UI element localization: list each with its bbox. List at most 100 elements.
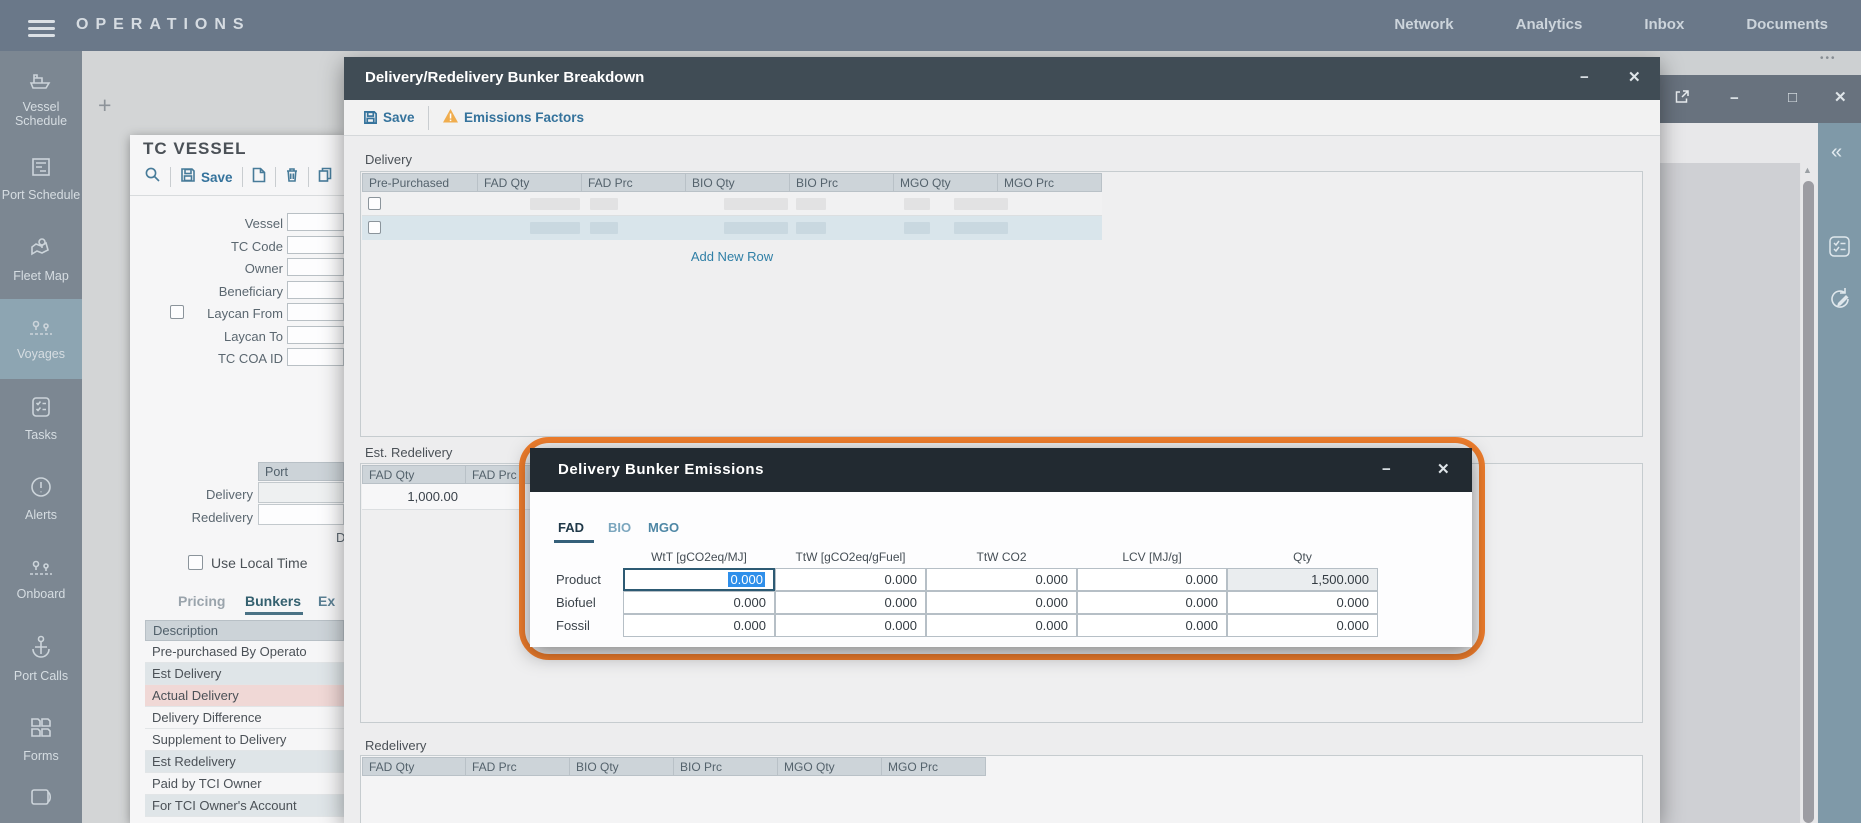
laycan-to-input[interactable] bbox=[287, 326, 344, 344]
sidebar-item-port-calls[interactable]: Port Calls bbox=[0, 619, 82, 699]
sidebar-item-alerts[interactable]: Alerts bbox=[0, 459, 82, 539]
minimize-icon[interactable]: − bbox=[1382, 462, 1391, 477]
tc-save-button[interactable]: Save bbox=[201, 170, 233, 185]
sidebar-item-tasks[interactable]: Tasks bbox=[0, 379, 82, 459]
column-header[interactable]: MGO Qty bbox=[894, 173, 998, 192]
table-row[interactable]: Pre-purchased By Operato bbox=[145, 641, 344, 663]
table-row[interactable]: Paid by TCI Owner bbox=[145, 773, 344, 795]
est-redelivery-fad-qty-value[interactable]: 1,000.00 bbox=[362, 489, 458, 504]
cell[interactable]: 0.000 bbox=[926, 614, 1077, 637]
scroll-up-arrow[interactable]: ▲ bbox=[1803, 165, 1812, 175]
column-header[interactable]: FAD Prc bbox=[466, 757, 570, 776]
minimize-icon[interactable]: − bbox=[1580, 70, 1589, 85]
sidebar-item-forms[interactable]: Forms bbox=[0, 699, 82, 779]
cell[interactable]: 0.000 bbox=[623, 614, 775, 637]
sidebar-item-onboard[interactable]: Onboard bbox=[0, 539, 82, 619]
copy-icon[interactable] bbox=[318, 167, 333, 188]
column-header[interactable]: MGO Prc bbox=[998, 173, 1102, 192]
nav-network[interactable]: Network bbox=[1394, 16, 1453, 33]
new-document-icon[interactable] bbox=[252, 167, 266, 188]
cell[interactable]: 0.000 bbox=[1077, 591, 1227, 614]
table-row-actual-delivery[interactable]: Actual Delivery bbox=[145, 685, 344, 707]
cell-product-wtt-focused[interactable]: 0.000 bbox=[623, 568, 775, 591]
column-header[interactable]: FAD Qty bbox=[362, 757, 466, 776]
row-checkbox[interactable] bbox=[368, 221, 381, 234]
column-header[interactable]: FAD Prc bbox=[582, 173, 686, 192]
table-row[interactable] bbox=[362, 192, 1102, 216]
cell[interactable]: 0.000 bbox=[926, 591, 1077, 614]
column-header[interactable]: BIO Prc bbox=[674, 757, 778, 776]
tc-code-input[interactable] bbox=[287, 236, 344, 254]
hamburger-menu-icon[interactable] bbox=[28, 16, 55, 41]
close-icon[interactable]: ✕ bbox=[1834, 90, 1847, 105]
column-header[interactable]: FAD Qty bbox=[362, 465, 466, 484]
add-icon[interactable]: + bbox=[98, 92, 111, 119]
checklist-icon[interactable] bbox=[1828, 235, 1851, 263]
tab-bunkers[interactable]: Bunkers bbox=[245, 593, 301, 609]
edit-refresh-icon[interactable] bbox=[1826, 285, 1854, 318]
laycan-from-input[interactable] bbox=[287, 303, 344, 321]
search-icon[interactable] bbox=[144, 166, 161, 188]
nav-inbox[interactable]: Inbox bbox=[1644, 16, 1684, 33]
popout-icon[interactable] bbox=[1674, 89, 1690, 110]
table-row[interactable]: Delivery Difference bbox=[145, 707, 344, 729]
sidebar-item-port-schedule[interactable]: Port Schedule bbox=[0, 139, 82, 219]
table-row[interactable]: Est Redelivery bbox=[145, 751, 344, 773]
cell[interactable]: 0.000 bbox=[775, 614, 926, 637]
delivery-port-input[interactable] bbox=[258, 482, 344, 503]
add-new-row-link[interactable]: Add New Row bbox=[362, 249, 1102, 264]
delete-icon[interactable] bbox=[285, 167, 299, 188]
cell[interactable]: 0.000 bbox=[926, 568, 1077, 591]
maximize-icon[interactable]: □ bbox=[1788, 90, 1797, 105]
cell[interactable]: 0.000 bbox=[775, 568, 926, 591]
modal-header[interactable]: Delivery/Redelivery Bunker Breakdown − ✕ bbox=[344, 57, 1660, 100]
collapse-panel-icon[interactable]: « bbox=[1831, 141, 1842, 164]
tc-coa-id-input[interactable] bbox=[287, 348, 344, 366]
cell[interactable]: 0.000 bbox=[1227, 591, 1378, 614]
modal-save-button[interactable]: Save bbox=[383, 110, 415, 125]
minimize-icon[interactable]: − bbox=[1730, 91, 1739, 106]
sidebar-item-voyages[interactable]: Voyages bbox=[0, 299, 82, 379]
save-icon[interactable] bbox=[180, 167, 196, 188]
sidebar-item-vessel-schedule[interactable]: Vessel Schedule bbox=[0, 59, 82, 139]
nav-documents[interactable]: Documents bbox=[1746, 16, 1828, 33]
modal-header[interactable]: Delivery Bunker Emissions − ✕ bbox=[530, 448, 1472, 492]
emissions-factors-button[interactable]: Emissions Factors bbox=[464, 110, 584, 125]
cell[interactable]: 0.000 bbox=[775, 591, 926, 614]
column-header[interactable]: FAD Qty bbox=[478, 173, 582, 192]
table-row-selected[interactable] bbox=[362, 216, 1102, 240]
tab-ex[interactable]: Ex bbox=[318, 593, 335, 609]
sidebar-item-fleet-map[interactable]: Fleet Map bbox=[0, 219, 82, 299]
save-icon[interactable] bbox=[363, 110, 378, 130]
cell[interactable]: 0.000 bbox=[1077, 614, 1227, 637]
column-header[interactable]: BIO Prc bbox=[790, 173, 894, 192]
more-options-icon[interactable]: ••• bbox=[1820, 53, 1837, 64]
scrollbar-thumb[interactable] bbox=[1803, 181, 1814, 823]
laycan-from-checkbox[interactable] bbox=[170, 305, 184, 319]
column-header[interactable]: Pre-Purchased bbox=[362, 173, 478, 192]
use-local-time-checkbox[interactable] bbox=[188, 555, 203, 570]
table-row[interactable]: Est Delivery bbox=[145, 663, 344, 685]
column-header[interactable]: BIO Qty bbox=[570, 757, 674, 776]
row-checkbox[interactable] bbox=[368, 197, 381, 210]
column-header[interactable]: MGO Prc bbox=[882, 757, 986, 776]
cell[interactable]: 0.000 bbox=[1077, 568, 1227, 591]
tab-pricing[interactable]: Pricing bbox=[178, 593, 225, 609]
table-row[interactable]: For TCI Owner's Account bbox=[145, 795, 344, 817]
column-header[interactable]: MGO Qty bbox=[778, 757, 882, 776]
tab-fad[interactable]: FAD bbox=[558, 520, 584, 535]
tab-bio[interactable]: BIO bbox=[608, 520, 631, 535]
close-icon[interactable]: ✕ bbox=[1628, 70, 1641, 85]
table-row[interactable]: Supplement to Delivery bbox=[145, 729, 344, 751]
cell[interactable]: 0.000 bbox=[623, 591, 775, 614]
sidebar-item-partial[interactable] bbox=[0, 779, 82, 819]
vessel-input[interactable] bbox=[287, 213, 344, 231]
beneficiary-input[interactable] bbox=[287, 281, 344, 299]
redelivery-port-input[interactable] bbox=[258, 504, 344, 525]
cell[interactable]: 0.000 bbox=[1227, 614, 1378, 637]
owner-input[interactable] bbox=[287, 258, 344, 276]
column-header[interactable]: BIO Qty bbox=[686, 173, 790, 192]
nav-analytics[interactable]: Analytics bbox=[1516, 16, 1583, 33]
close-icon[interactable]: ✕ bbox=[1437, 462, 1450, 477]
tab-mgo[interactable]: MGO bbox=[648, 520, 679, 535]
